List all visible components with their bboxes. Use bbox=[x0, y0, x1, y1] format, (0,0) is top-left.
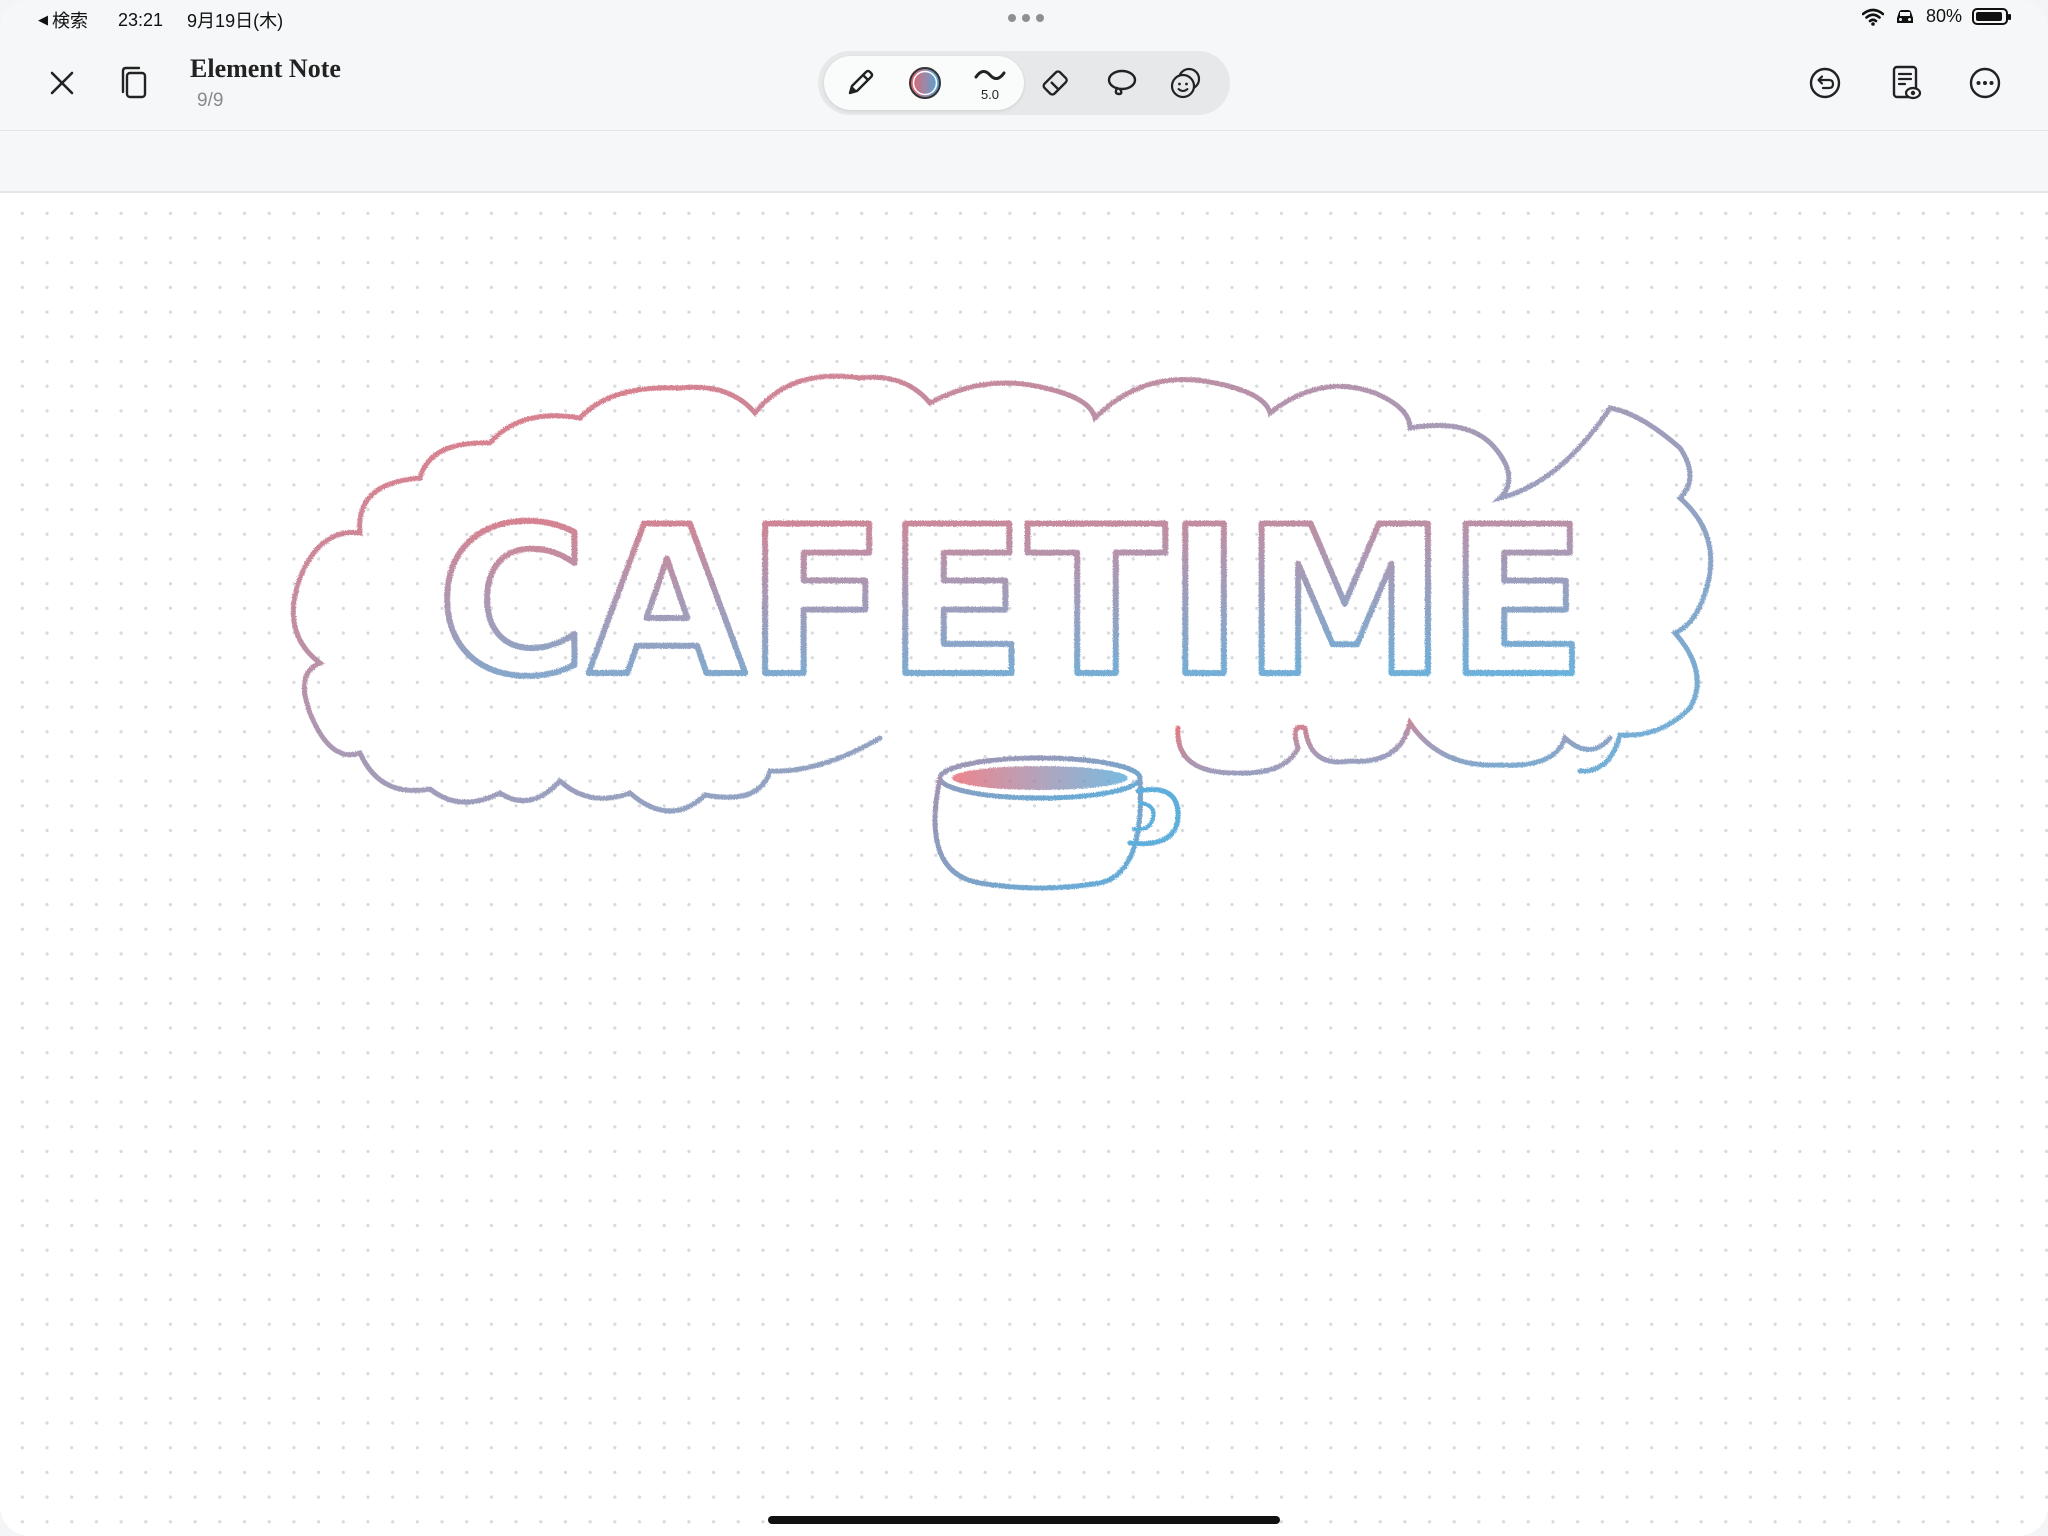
status-right: 80% bbox=[1861, 6, 2011, 27]
back-triangle-icon: ◀ bbox=[38, 12, 48, 27]
battery-percent: 80% bbox=[1925, 6, 1962, 26]
close-icon bbox=[50, 71, 74, 95]
document-title: Element Note bbox=[190, 54, 341, 83]
top-toolbar: Element Note 9/9 5.0 bbox=[0, 36, 2048, 131]
lasso-tool-button[interactable] bbox=[1092, 51, 1152, 115]
document-title-block[interactable]: Element Note 9/9 bbox=[190, 54, 341, 112]
stroke-width-value: 5.0 bbox=[980, 87, 1000, 102]
undo-icon bbox=[1809, 67, 1841, 99]
pages-button[interactable] bbox=[106, 55, 162, 111]
close-button[interactable] bbox=[34, 55, 90, 111]
more-icon bbox=[1969, 67, 2001, 99]
home-indicator[interactable] bbox=[768, 1516, 1280, 1524]
drawing-tools-pill: 5.0 bbox=[818, 51, 1230, 115]
page-count: 9/9 bbox=[197, 90, 224, 111]
multitasking-dots[interactable] bbox=[1008, 14, 1044, 22]
lasso-icon bbox=[1107, 69, 1137, 96]
color-button[interactable] bbox=[895, 51, 955, 115]
status-time: 23:21 bbox=[118, 9, 164, 30]
page-header-strip bbox=[0, 131, 2048, 193]
status-date: 9月19日(木) bbox=[187, 11, 284, 31]
back-to-search-link[interactable]: ◀ 検索 bbox=[38, 7, 88, 33]
status-left: ◀ 検索 23:21 9月19日(木) bbox=[38, 7, 283, 33]
dot bbox=[1008, 14, 1016, 22]
stroke-width-button[interactable]: 5.0 bbox=[960, 51, 1020, 115]
color-swatch-icon bbox=[909, 67, 941, 99]
pages-icon bbox=[121, 66, 147, 99]
cafetime-drawing: CAFETIME bbox=[290, 373, 1714, 891]
dot bbox=[1036, 14, 1044, 22]
back-label: 検索 bbox=[52, 11, 88, 31]
eraser-icon bbox=[1042, 70, 1068, 96]
car-icon bbox=[1896, 9, 1913, 23]
wifi-icon bbox=[1861, 8, 1884, 26]
eraser-tool-button[interactable] bbox=[1028, 51, 1088, 115]
pen-icon bbox=[848, 69, 874, 95]
pen-tool-button[interactable] bbox=[830, 51, 890, 115]
note-canvas[interactable]: CAFETIME bbox=[0, 193, 2048, 1536]
app-screen: ◀ 検索 23:21 9月19日(木) 80% Element Note 9/9… bbox=[0, 0, 2048, 1536]
coffee-cup bbox=[932, 755, 1181, 891]
more-button[interactable] bbox=[1957, 55, 2013, 111]
cafetime-letters: CAFETIME bbox=[437, 484, 1587, 722]
dot bbox=[1022, 14, 1030, 22]
sticker-tool-button[interactable] bbox=[1156, 51, 1216, 115]
undo-button[interactable] bbox=[1797, 55, 1853, 111]
stroke-width-icon bbox=[974, 70, 1006, 80]
sticker-icon bbox=[1170, 67, 1201, 99]
battery-icon bbox=[1972, 8, 2011, 25]
battery-fill bbox=[1976, 12, 2002, 21]
document-preview-icon bbox=[1892, 65, 1922, 100]
status-bar: ◀ 検索 23:21 9月19日(木) 80% bbox=[0, 0, 2048, 36]
preview-button[interactable] bbox=[1878, 55, 1934, 111]
